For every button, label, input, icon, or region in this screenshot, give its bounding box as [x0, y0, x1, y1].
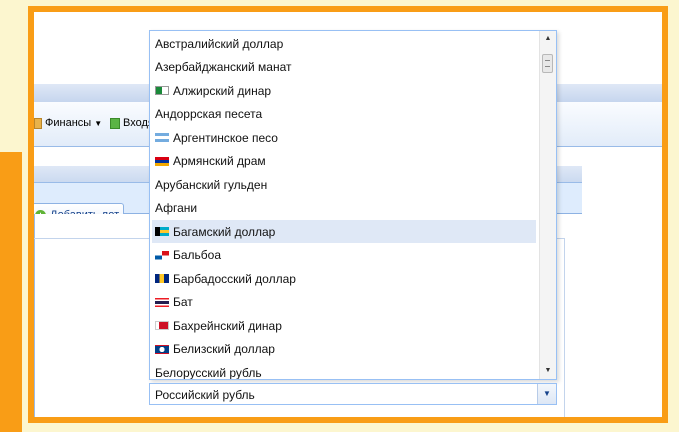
- currency-option-label: Бальбоа: [173, 248, 222, 262]
- currency-option-label: Алжирский динар: [173, 83, 272, 98]
- currency-option[interactable]: Аргентинское песо: [152, 126, 536, 149]
- currency-option[interactable]: Белизский доллар: [152, 338, 536, 361]
- chevron-down-icon[interactable]: ▼: [537, 384, 556, 404]
- grip-icon: [545, 60, 550, 67]
- currency-option[interactable]: Багамский доллар: [152, 220, 536, 243]
- argentina-flag-icon: [155, 133, 169, 142]
- currency-option[interactable]: Армянский драм: [152, 150, 536, 173]
- algeria-flag-icon: [155, 86, 169, 95]
- currency-option[interactable]: Алжирский динар: [152, 79, 536, 102]
- armenia-flag-icon: [155, 156, 169, 166]
- scroll-thumb[interactable]: [542, 54, 553, 73]
- scroll-up-icon[interactable]: ▲: [540, 35, 556, 42]
- currency-select-value: Российский рубль: [155, 388, 255, 402]
- currency-option-label: Белизский доллар: [173, 342, 275, 356]
- dropdown-scrollbar[interactable]: ▲ ▼: [539, 31, 556, 379]
- currency-option[interactable]: Австралийский доллар: [152, 32, 536, 55]
- barbados-flag-icon: [155, 274, 169, 283]
- currency-option[interactable]: Бахрейнский динар: [152, 314, 536, 337]
- currency-option-label: Бат: [173, 295, 193, 309]
- currency-option-label: Арубанский гульден: [155, 177, 268, 192]
- chevron-down-icon: ▼: [94, 118, 103, 128]
- bahrain-flag-icon: [155, 321, 169, 330]
- currency-select[interactable]: Российский рубль ▼: [149, 383, 557, 405]
- currency-option-label: Белорусский рубль: [155, 365, 262, 380]
- highlight-frame: Финансы ▼ Входящ + Добавить лот Австрали…: [28, 6, 668, 423]
- currency-option-label: Афгани: [155, 201, 198, 215]
- currency-option-label: Бахрейнский динар: [173, 318, 282, 333]
- thailand-flag-icon: [155, 297, 169, 307]
- document-icon: [110, 117, 120, 129]
- finance-label: Финансы: [45, 117, 92, 129]
- currency-option-label: Андоррская песета: [155, 107, 263, 121]
- finance-icon: [34, 117, 42, 129]
- currency-option[interactable]: Афгани: [152, 197, 536, 220]
- currency-option[interactable]: Бат: [152, 291, 536, 314]
- finance-menu[interactable]: Финансы ▼: [34, 117, 102, 129]
- currency-option[interactable]: Белорусский рубль: [152, 361, 536, 380]
- currency-option-label: Барбадосский доллар: [173, 271, 296, 286]
- currency-dropdown-list[interactable]: Австралийский доллар Азербайджанский мана…: [149, 30, 557, 380]
- currency-option-label: Аргентинское песо: [173, 130, 278, 145]
- background-strip: [0, 0, 28, 122]
- highlight-frame-left: [0, 152, 22, 432]
- currency-option-label: Австралийский доллар: [155, 36, 284, 51]
- panama-flag-icon: [155, 250, 169, 260]
- currency-option-label: Армянский драм: [173, 154, 266, 168]
- currency-option[interactable]: Азербайджанский манат: [152, 56, 536, 79]
- currency-option[interactable]: Барбадосский доллар: [152, 267, 536, 290]
- currency-option-label: Азербайджанский манат: [155, 60, 292, 74]
- scroll-down-icon[interactable]: ▼: [540, 367, 556, 374]
- currency-option[interactable]: Арубанский гульден: [152, 173, 536, 196]
- currency-option[interactable]: Бальбоа: [152, 244, 536, 267]
- currency-option[interactable]: Андоррская песета: [152, 103, 536, 126]
- bahamas-flag-icon: [155, 227, 169, 236]
- currency-option-label: Багамский доллар: [173, 224, 276, 239]
- belize-flag-icon: [155, 344, 169, 354]
